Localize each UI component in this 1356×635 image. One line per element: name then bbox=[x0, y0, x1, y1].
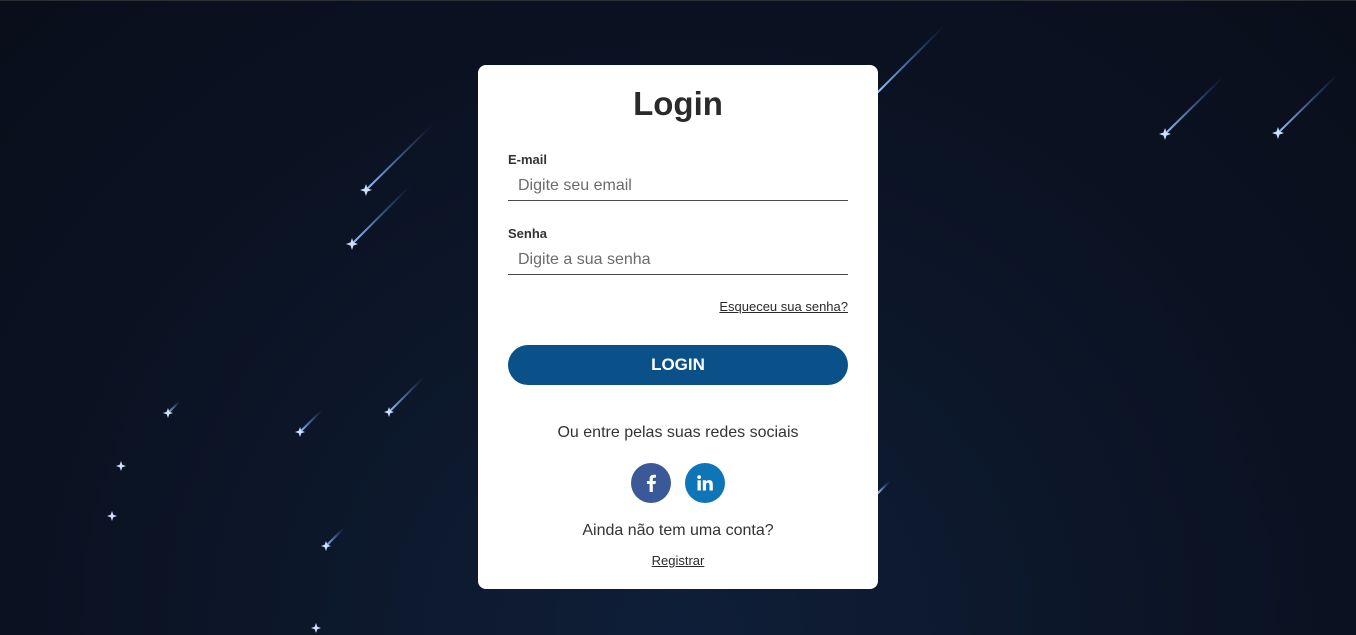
login-title: Login bbox=[633, 85, 723, 122]
facebook-icon bbox=[646, 474, 656, 492]
password-label: Senha bbox=[508, 226, 548, 241]
linkedin-icon bbox=[697, 475, 713, 491]
email-input[interactable] bbox=[508, 171, 848, 201]
facebook-button[interactable] bbox=[631, 463, 671, 503]
login-button[interactable]: LOGIN bbox=[508, 345, 848, 385]
forgot-password-link[interactable]: Esqueceu sua senha? bbox=[719, 299, 848, 314]
login-card: Login E-mail Senha Esqueceu sua senha? L… bbox=[478, 65, 878, 589]
no-account-text: Ainda não tem uma conta? bbox=[582, 522, 774, 539]
register-link[interactable]: Registrar bbox=[478, 553, 878, 568]
linkedin-button[interactable] bbox=[685, 463, 725, 503]
email-label: E-mail bbox=[508, 152, 548, 167]
password-input[interactable] bbox=[508, 245, 848, 275]
social-login-text: Ou entre pelas suas redes sociais bbox=[557, 424, 799, 441]
